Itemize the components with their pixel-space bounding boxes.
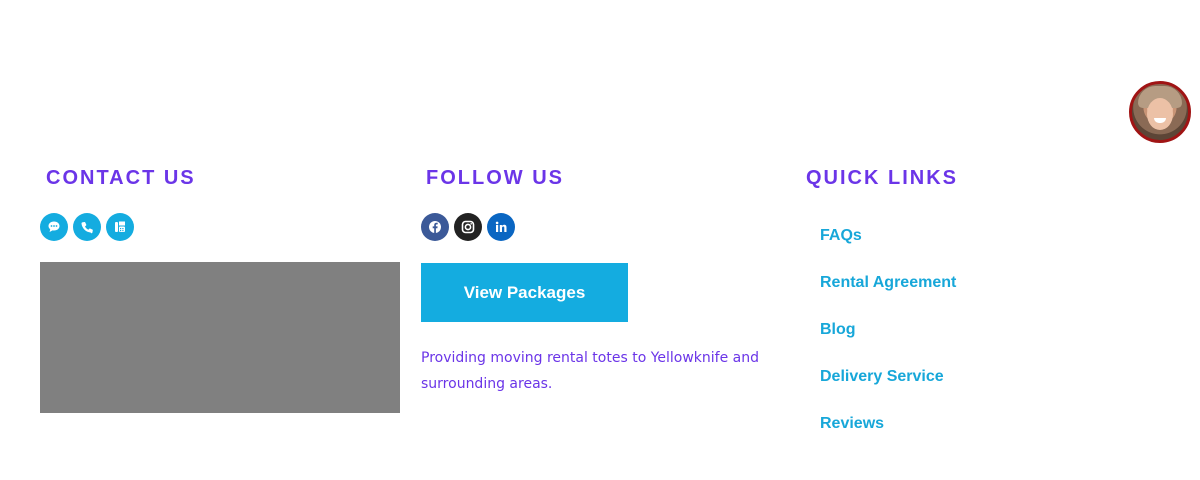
tagline-text: Providing moving rental totes to Yellowk…: [421, 350, 760, 392]
list-item: Delivery Service: [820, 363, 956, 410]
fax-icon[interactable]: [106, 213, 134, 241]
instagram-icon[interactable]: [454, 213, 482, 241]
facebook-icon[interactable]: [421, 213, 449, 241]
map-placeholder: [40, 262, 400, 413]
link-rental-agreement[interactable]: Rental Agreement: [820, 274, 956, 291]
link-blog[interactable]: Blog: [820, 321, 856, 338]
avatar-face: [1147, 98, 1173, 130]
view-packages-button[interactable]: View Packages: [421, 263, 628, 322]
list-item: Reviews: [820, 410, 956, 457]
link-delivery-service[interactable]: Delivery Service: [820, 368, 944, 385]
chat-agent-avatar[interactable]: [1129, 81, 1191, 143]
linkedin-icon[interactable]: [487, 213, 515, 241]
link-reviews[interactable]: Reviews: [820, 415, 884, 432]
follow-us-heading: FOLLOW US: [426, 167, 564, 189]
contact-us-heading: CONTACT US: [46, 167, 196, 189]
quick-links-list: FAQs Rental Agreement Blog Delivery Serv…: [820, 222, 956, 457]
quick-links-heading: QUICK LINKS: [806, 167, 958, 189]
chat-icon[interactable]: [40, 213, 68, 241]
list-item: FAQs: [820, 222, 956, 269]
list-item: Blog: [820, 316, 956, 363]
contact-icons: [40, 213, 134, 241]
social-icons: [421, 213, 515, 241]
list-item: Rental Agreement: [820, 269, 956, 316]
phone-icon[interactable]: [73, 213, 101, 241]
link-faqs[interactable]: FAQs: [820, 227, 862, 244]
